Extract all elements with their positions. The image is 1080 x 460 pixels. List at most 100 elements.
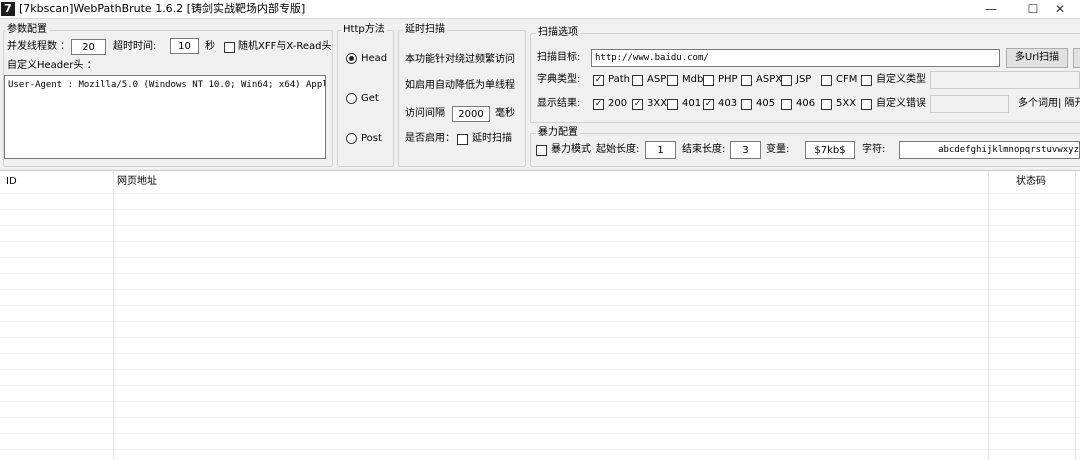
show-result-checkbox[interactable] (861, 99, 872, 110)
grid-row-line (0, 433, 1080, 434)
grid-row-line (0, 353, 1080, 354)
custom-error-input[interactable] (930, 95, 1009, 113)
params-group-title: 参数配置 (5, 24, 49, 36)
show-result-label: 3XX (647, 98, 668, 109)
close-button[interactable]: ✕ (1040, 0, 1080, 18)
show-result-label: 403 (718, 98, 738, 109)
show-result-checkbox[interactable] (667, 99, 678, 110)
column-header-status[interactable]: 状态码 (1016, 172, 1046, 192)
brute-mode-checkbox[interactable] (536, 145, 547, 156)
interval-unit: 毫秒 (495, 108, 515, 119)
chars-label: 字符: (862, 144, 886, 155)
brute-mode-label: 暴力模式 (551, 144, 591, 155)
chars-input[interactable]: abcdefghijklmnopqrstuvwxyz (899, 141, 1080, 159)
extra-button[interactable] (1073, 48, 1080, 68)
target-input[interactable]: http://www.baidu.com/ (591, 49, 1000, 67)
dict-type-checkbox[interactable] (821, 75, 832, 86)
show-result-checkbox[interactable] (821, 99, 832, 110)
interval-label: 访问间隔 (405, 108, 445, 119)
window-title: [7kbscan]WebPathBrute 1.6.2 [铸剑实战靶场内部专版] (19, 2, 306, 15)
dict-type-label: 自定义类型 (876, 74, 926, 85)
show-result-checkbox[interactable]: ✓ (593, 99, 604, 110)
minimize-button[interactable]: — (968, 0, 1014, 18)
delay-group-title: 延时扫描 (403, 24, 447, 36)
show-result-checkbox[interactable] (741, 99, 752, 110)
radio-head-label: Head (361, 53, 388, 64)
show-result-label: 401 (682, 98, 702, 109)
dict-type-label: JSP (796, 74, 812, 85)
header-textarea[interactable]: User-Agent : Mozilla/5.0 (Windows NT 10.… (4, 75, 326, 159)
xff-checkbox[interactable] (224, 42, 235, 53)
grid-row-line (0, 449, 1080, 450)
timeout-input[interactable]: 10 (170, 38, 199, 54)
brute-group-title: 暴力配置 (536, 127, 580, 139)
dict-type-checkbox[interactable] (741, 75, 752, 86)
show-result-label: 5XX (836, 98, 857, 109)
show-result-label: 自定义错误 (876, 98, 926, 109)
grid-row-line (0, 401, 1080, 402)
dict-type-checkbox[interactable] (861, 75, 872, 86)
dict-type-checkbox[interactable] (703, 75, 714, 86)
dict-type-label: ASP (647, 74, 667, 85)
dict-type-checkbox[interactable] (781, 75, 792, 86)
show-result-checkbox[interactable]: ✓ (703, 99, 714, 110)
show-result-checkbox[interactable]: ✓ (632, 99, 643, 110)
delay-desc-2: 如启用自动降低为单线程 (405, 80, 515, 91)
app-icon: 7 (1, 2, 15, 16)
http-method-title: Http方法 (341, 24, 387, 36)
dict-type-label: Path (608, 74, 630, 85)
delay-group (398, 30, 526, 167)
dict-type-label: PHP (718, 74, 738, 85)
delay-desc-1: 本功能针对绕过频繁访问 (405, 54, 515, 65)
show-result-label: 200 (608, 98, 628, 109)
dict-type-label: Mdb (682, 74, 704, 85)
results-grid[interactable]: ID 网页地址 状态码 (0, 170, 1080, 460)
custom-type-input[interactable] (930, 71, 1080, 89)
dict-type-label: ASPX (756, 74, 783, 85)
delay-checkbox[interactable] (457, 134, 468, 145)
scan-group-title: 扫描选项 (536, 27, 580, 39)
dict-type-checkbox[interactable] (667, 75, 678, 86)
show-label: 显示结果: (537, 98, 581, 109)
enable-label: 是否启用： (405, 133, 455, 144)
column-header-url[interactable]: 网页地址 (117, 172, 157, 192)
show-result-label: 405 (756, 98, 776, 109)
dict-type-checkbox[interactable]: ✓ (593, 75, 604, 86)
grid-row-line (0, 273, 1080, 274)
start-length-label: 起始长度: (596, 144, 640, 155)
interval-input[interactable]: 2000 (452, 106, 490, 122)
grid-row-line (0, 417, 1080, 418)
grid-row-line (0, 193, 1080, 194)
dict-type-checkbox[interactable] (632, 75, 643, 86)
multi-url-scan-button[interactable]: 多Url扫描 (1006, 48, 1068, 68)
timeout-unit: 秒 (205, 41, 215, 52)
grid-row-line (0, 257, 1080, 258)
dict-label: 字典类型: (537, 74, 581, 85)
show-result-checkbox[interactable] (781, 99, 792, 110)
end-length-label: 结束长度: (682, 144, 726, 155)
xff-label: 随机XFF与X-Read头 (238, 41, 332, 52)
grid-row-line (0, 241, 1080, 242)
grid-row-line (0, 225, 1080, 226)
dict-type-label: CFM (836, 74, 858, 85)
multi-word-hint: 多个词用| 隔开 (1018, 98, 1080, 109)
target-label: 扫描目标: (537, 52, 581, 63)
grid-row-line (0, 321, 1080, 322)
column-header-id[interactable]: ID (6, 172, 17, 192)
show-result-label: 406 (796, 98, 816, 109)
variable-input[interactable]: $7kb$ (805, 141, 855, 159)
end-length-input[interactable]: 3 (730, 141, 761, 159)
radio-head[interactable] (346, 53, 357, 64)
variable-label: 变量: (766, 144, 790, 155)
radio-post[interactable] (346, 133, 357, 144)
radio-get-label: Get (361, 93, 379, 104)
threads-label: 并发线程数 ： (7, 41, 71, 52)
header-label: 自定义Header头 ： (7, 60, 97, 71)
grid-row-line (0, 209, 1080, 210)
threads-input[interactable]: 20 (71, 39, 106, 55)
radio-post-label: Post (361, 133, 382, 144)
title-bar: 7 [7kbscan]WebPathBrute 1.6.2 [铸剑实战靶场内部专… (0, 0, 1080, 19)
radio-get[interactable] (346, 93, 357, 104)
grid-row-line (0, 385, 1080, 386)
start-length-input[interactable]: 1 (645, 141, 676, 159)
